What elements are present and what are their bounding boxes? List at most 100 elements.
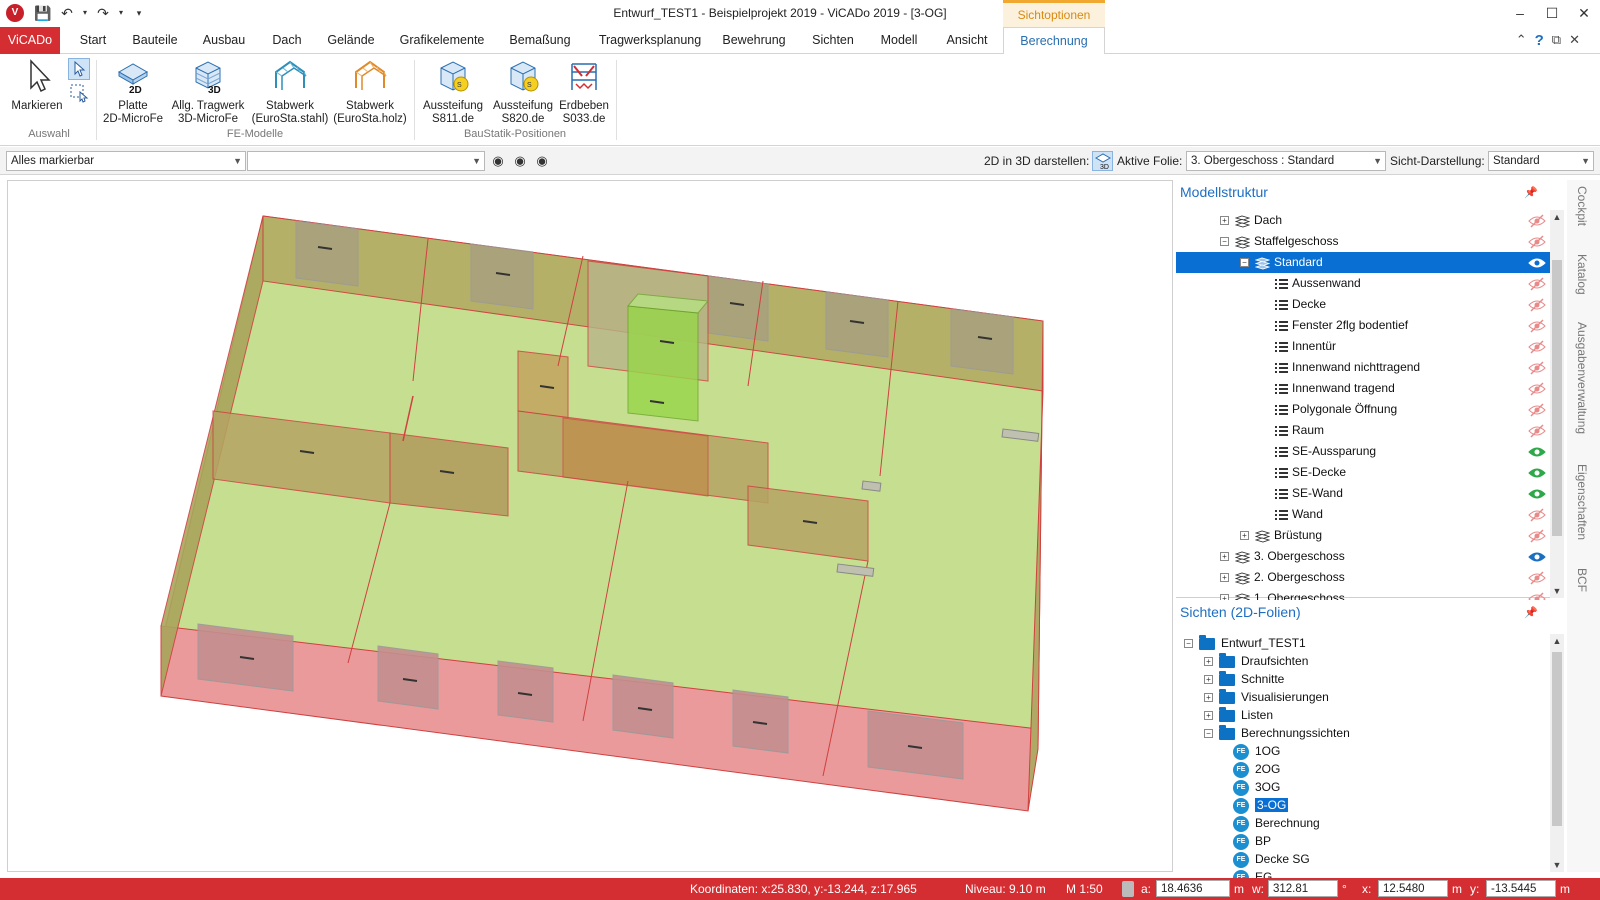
scale-readout[interactable]: M 1:50 bbox=[1066, 882, 1103, 896]
a-field[interactable]: 18.4636 bbox=[1156, 880, 1230, 897]
toggle-2d-in-3d-button[interactable]: 3D bbox=[1092, 151, 1113, 171]
view-tree-row[interactable]: FE 1OG bbox=[1176, 742, 1280, 760]
binoculars-clear-icon[interactable]: ◉ bbox=[512, 153, 528, 169]
w-field[interactable]: 312.81 bbox=[1268, 880, 1338, 897]
tree-row[interactable]: − Staffelgeschoss bbox=[1176, 231, 1550, 252]
view-tree-row[interactable]: + Schnitte bbox=[1176, 670, 1284, 688]
platte-2d-microfe-button[interactable]: 2D Platte 2D-MicroFe bbox=[100, 58, 166, 126]
lock-icon[interactable] bbox=[1122, 881, 1134, 897]
restore-doc-icon[interactable]: ⧉ bbox=[1552, 32, 1561, 49]
view-tree-row[interactable]: − Entwurf_TEST1 bbox=[1176, 634, 1306, 652]
collapse-icon[interactable]: − bbox=[1184, 639, 1193, 649]
chevron-up-icon[interactable]: ▲ bbox=[1550, 210, 1564, 224]
select-mode-icon[interactable] bbox=[68, 58, 90, 80]
close-icon[interactable]: ✕ bbox=[1568, 0, 1600, 27]
tab-ansicht[interactable]: Ansicht bbox=[940, 27, 994, 54]
visibility-eye-icon[interactable] bbox=[1528, 466, 1546, 480]
tree-row[interactable]: Innentür bbox=[1176, 336, 1550, 357]
markieren-button[interactable]: Markieren bbox=[8, 58, 66, 113]
tab-bewehrung[interactable]: Bewehrung bbox=[718, 27, 790, 54]
tree-row[interactable]: + Brüstung bbox=[1176, 525, 1550, 546]
tab-start[interactable]: Start bbox=[70, 27, 116, 54]
tree-row[interactable]: Innenwand tragend bbox=[1176, 378, 1550, 399]
tree-row[interactable]: Fenster 2flg bodentief bbox=[1176, 315, 1550, 336]
tab-bauteile[interactable]: Bauteile bbox=[126, 27, 184, 54]
aussteifung-s811-button[interactable]: S Aussteifung S811.de bbox=[418, 58, 488, 126]
view-tree-row[interactable]: FE 3-OG bbox=[1176, 796, 1289, 814]
visibility-eye-icon[interactable] bbox=[1528, 424, 1546, 438]
tab-ausbau[interactable]: Ausbau bbox=[196, 27, 252, 54]
visibility-eye-icon[interactable] bbox=[1528, 214, 1546, 228]
side-tab-ausgabenverwaltung[interactable]: Ausgabenverwaltung bbox=[1575, 322, 1589, 434]
view-tree-row[interactable]: − Berechnungssichten bbox=[1176, 724, 1350, 742]
expand-icon[interactable]: + bbox=[1220, 552, 1229, 562]
3d-viewport[interactable] bbox=[7, 180, 1173, 872]
view-tree-row[interactable]: FE 2OG bbox=[1176, 760, 1280, 778]
erdbeben-s033-button[interactable]: Erdbeben S033.de bbox=[556, 58, 612, 126]
y-field[interactable]: -13.5445 bbox=[1486, 880, 1556, 897]
visibility-eye-icon[interactable] bbox=[1528, 235, 1546, 249]
visibility-eye-icon[interactable] bbox=[1528, 571, 1546, 585]
close-doc-icon[interactable]: ✕ bbox=[1569, 32, 1580, 49]
selection-filter-combo[interactable]: Alles markierbar ▼ bbox=[6, 151, 246, 171]
visibility-eye-icon[interactable] bbox=[1528, 256, 1546, 270]
side-tab-katalog[interactable]: Katalog bbox=[1575, 254, 1589, 295]
maximize-icon[interactable]: ☐ bbox=[1536, 0, 1568, 27]
tab-gelaende[interactable]: Gelände bbox=[322, 27, 380, 54]
tab-file[interactable]: ViCADo bbox=[0, 27, 60, 54]
secondary-filter-combo[interactable]: ▼ bbox=[247, 151, 485, 171]
tree-row[interactable]: − Standard bbox=[1176, 252, 1550, 273]
visibility-eye-icon[interactable] bbox=[1528, 319, 1546, 333]
view-tree-row[interactable]: FE Decke SG bbox=[1176, 850, 1310, 868]
views-tree-scrollbar[interactable]: ▲ ▼ bbox=[1550, 634, 1564, 872]
stabwerk-eurosta-stahl-button[interactable]: Stabwerk (EuroSta.stahl) bbox=[250, 58, 330, 126]
expand-icon[interactable]: + bbox=[1204, 711, 1213, 721]
tree-row[interactable]: +2. Obergeschoss bbox=[1176, 567, 1550, 588]
collapse-icon[interactable]: − bbox=[1240, 258, 1249, 268]
view-tree-row[interactable]: FE Berechnung bbox=[1176, 814, 1320, 832]
allg-tragwerk-3d-microfe-button[interactable]: 3D Allg. Tragwerk 3D-MicroFe bbox=[168, 58, 248, 126]
pin-icon[interactable]: 📌 bbox=[1524, 606, 1538, 619]
tree-row[interactable]: Decke bbox=[1176, 294, 1550, 315]
tree-row[interactable]: SE-Wand bbox=[1176, 483, 1550, 504]
tree-row[interactable]: Polygonale Öffnung bbox=[1176, 399, 1550, 420]
collapse-icon[interactable]: − bbox=[1220, 237, 1229, 247]
tree-row[interactable]: +3. Obergeschoss bbox=[1176, 546, 1550, 567]
tree-row[interactable]: SE-Aussparung bbox=[1176, 441, 1550, 462]
expand-icon[interactable]: + bbox=[1220, 573, 1229, 583]
pin-icon[interactable]: 📌 bbox=[1524, 186, 1538, 199]
tab-tragwerksplanung[interactable]: Tragwerksplanung bbox=[592, 27, 708, 54]
view-tree-row[interactable]: FE 3OG bbox=[1176, 778, 1280, 796]
tree-row[interactable]: SE-Decke bbox=[1176, 462, 1550, 483]
tab-dach[interactable]: Dach bbox=[264, 27, 310, 54]
binoculars-icon[interactable]: ◉ bbox=[490, 153, 506, 169]
view-tree-row[interactable]: + Listen bbox=[1176, 706, 1273, 724]
expand-icon[interactable]: + bbox=[1204, 675, 1213, 685]
view-tree-row[interactable]: FE BP bbox=[1176, 832, 1271, 850]
visibility-eye-icon[interactable] bbox=[1528, 529, 1546, 543]
collapse-ribbon-icon[interactable]: ⌃ bbox=[1516, 32, 1527, 49]
expand-icon[interactable]: + bbox=[1240, 531, 1249, 541]
tree-row[interactable]: Wand bbox=[1176, 504, 1550, 525]
tree-row[interactable]: Raum bbox=[1176, 420, 1550, 441]
tab-grafikelemente[interactable]: Grafikelemente bbox=[394, 27, 490, 54]
expand-icon[interactable]: + bbox=[1220, 216, 1229, 226]
active-layer-combo[interactable]: 3. Obergeschoss : Standard ▼ bbox=[1186, 151, 1386, 171]
side-tab-eigenschaften[interactable]: Eigenschaften bbox=[1575, 464, 1589, 540]
aussteifung-s820-button[interactable]: S Aussteifung S820.de bbox=[488, 58, 558, 126]
tab-sichten[interactable]: Sichten bbox=[806, 27, 860, 54]
tree-row[interactable]: Aussenwand bbox=[1176, 273, 1550, 294]
visibility-eye-icon[interactable] bbox=[1528, 298, 1546, 312]
visibility-eye-icon[interactable] bbox=[1528, 445, 1546, 459]
tab-modell[interactable]: Modell bbox=[872, 27, 926, 54]
x-field[interactable]: 12.5480 bbox=[1378, 880, 1448, 897]
tree-row[interactable]: + Dach bbox=[1176, 210, 1550, 231]
help-icon[interactable]: ? bbox=[1535, 32, 1544, 49]
visibility-eye-icon[interactable] bbox=[1528, 361, 1546, 375]
collapse-icon[interactable]: − bbox=[1204, 729, 1213, 739]
model-tree-scrollbar[interactable]: ▲ ▼ bbox=[1550, 210, 1564, 598]
view-tree-row[interactable]: + Draufsichten bbox=[1176, 652, 1308, 670]
scroll-thumb[interactable] bbox=[1552, 652, 1562, 826]
view-tree-row[interactable]: + Visualisierungen bbox=[1176, 688, 1329, 706]
visibility-eye-icon[interactable] bbox=[1528, 508, 1546, 522]
